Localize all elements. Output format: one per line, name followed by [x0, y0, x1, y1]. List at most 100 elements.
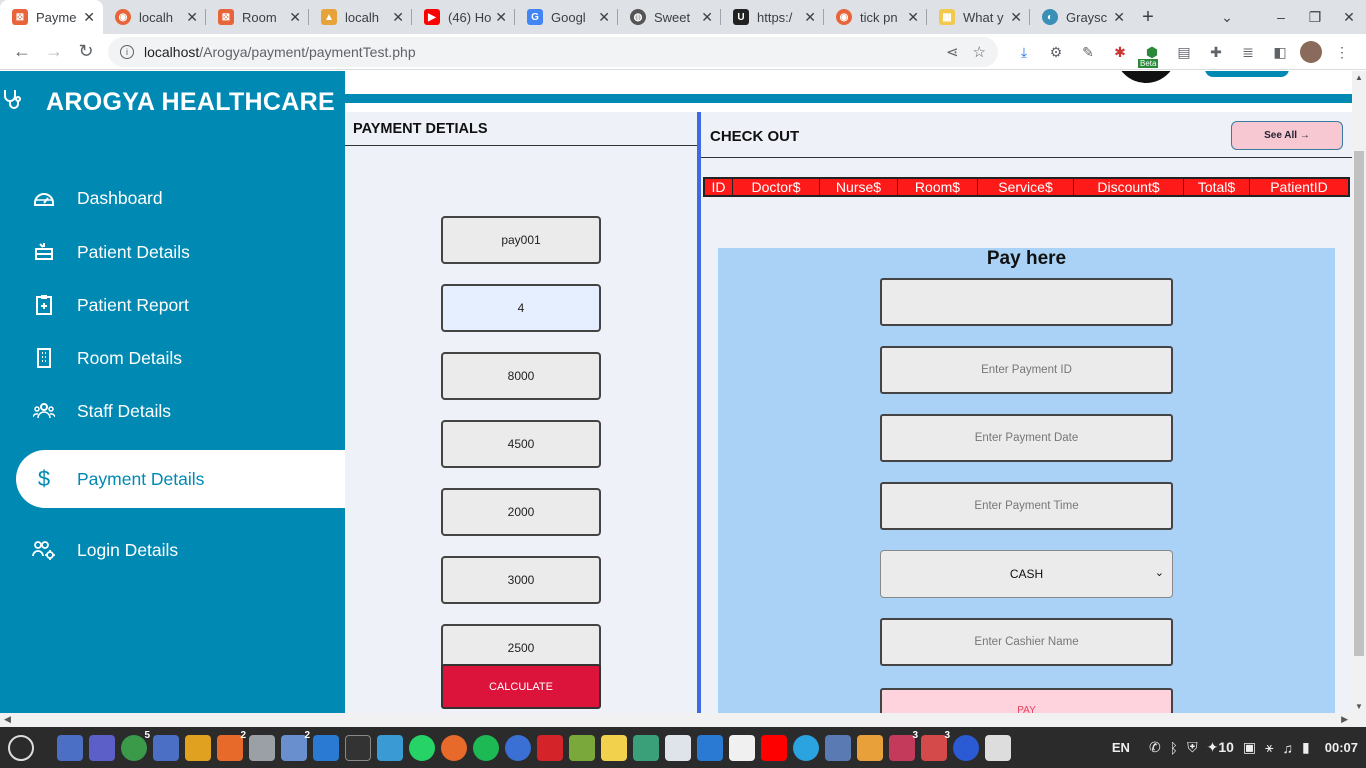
bluetooth-icon[interactable]: ᛒ	[1170, 740, 1178, 756]
close-tab-icon[interactable]: ✕	[598, 9, 610, 26]
browser-tab[interactable]: ◍ Sweet ✕	[618, 0, 721, 34]
sidebar-item-patient-report[interactable]: Patient Report	[0, 279, 345, 331]
settings-extension-icon[interactable]: ⚙	[1044, 40, 1068, 64]
notification-icon[interactable]: ✦10	[1207, 739, 1234, 756]
browser-tab[interactable]: ▲ localh ✕	[309, 0, 412, 34]
firefox-icon[interactable]	[441, 734, 467, 761]
tab-search-icon[interactable]: ⌄	[1210, 9, 1244, 26]
sidebar-item-room-details[interactable]: Room Details	[0, 332, 345, 384]
scroll-right-icon[interactable]: ▶	[1341, 714, 1348, 725]
language-indicator[interactable]: EN	[1112, 740, 1130, 755]
bluetooth-app-icon[interactable]	[953, 734, 979, 761]
start-menu-icon[interactable]	[8, 734, 34, 761]
reader-icon[interactable]: 3	[921, 730, 950, 761]
brave-icon[interactable]: 2	[217, 730, 246, 761]
room-fee-field[interactable]: 2000	[441, 488, 601, 536]
puzzle-icon[interactable]: ✚	[1204, 40, 1228, 64]
back-icon[interactable]: ←	[6, 41, 38, 62]
gimp-icon[interactable]	[249, 734, 275, 761]
terminal-icon[interactable]	[345, 734, 371, 761]
network-app-icon[interactable]	[857, 734, 883, 761]
service-fee-field[interactable]: 3000	[441, 556, 601, 604]
pay-button[interactable]: PAY	[880, 688, 1173, 713]
restore-icon[interactable]: ❐	[1298, 9, 1332, 26]
calculate-button[interactable]: CALCULATE	[441, 664, 601, 709]
reload-icon[interactable]: ↻	[70, 41, 102, 62]
see-all-button[interactable]: See All →	[1231, 121, 1343, 150]
sidebar-item-dashboard[interactable]: Dashboard	[0, 172, 345, 224]
text-editor-icon[interactable]: 2	[281, 730, 310, 761]
close-tab-icon[interactable]: ✕	[804, 9, 816, 26]
browser-tab[interactable]: G Googl ✕	[515, 0, 618, 34]
bookmark-star-icon[interactable]: ☆	[973, 43, 986, 61]
zotero-icon[interactable]	[537, 734, 563, 761]
forward-icon[interactable]: →	[38, 41, 70, 62]
sidebar-item-staff-details[interactable]: Staff Details	[0, 385, 345, 437]
teams-icon[interactable]	[89, 734, 115, 761]
close-tab-icon[interactable]: ✕	[495, 9, 507, 26]
browser-tab[interactable]: ◉ tick pn ✕	[824, 0, 927, 34]
site-info-icon[interactable]: i	[120, 45, 134, 59]
close-tab-icon[interactable]: ✕	[701, 9, 713, 26]
sidebar-item-login-details[interactable]: Login Details	[0, 524, 345, 576]
download-icon[interactable]: ⤓	[1012, 40, 1036, 64]
sidebar-item-payment-details[interactable]: $ Payment Details	[16, 450, 345, 508]
extension-icon[interactable]: ✎	[1076, 40, 1100, 64]
new-tab-button[interactable]: +	[1133, 6, 1163, 29]
close-tab-icon[interactable]: ✕	[83, 9, 95, 26]
browser-tab[interactable]: ▦ What y ✕	[927, 0, 1030, 34]
whatsapp-tray-icon[interactable]: ✆	[1149, 739, 1161, 756]
scroll-thumb[interactable]	[1354, 151, 1364, 656]
media-icon[interactable]: ≣	[1236, 40, 1260, 64]
patient-id-field[interactable]: 4	[441, 284, 601, 332]
shield-icon[interactable]: ⛨	[1187, 739, 1198, 756]
header-button[interactable]	[1205, 71, 1289, 77]
workspace-icon[interactable]	[57, 734, 83, 761]
doctor-fee-field[interactable]: 8000	[441, 352, 601, 400]
clipboard-tray-icon[interactable]: ▣	[1243, 739, 1256, 756]
blank-doc-icon[interactable]	[729, 734, 755, 761]
sidebar-item-patient-details[interactable]: Patient Details	[0, 226, 345, 278]
close-tab-icon[interactable]: ✕	[907, 9, 919, 26]
browser-tab[interactable]: ◐ Graysc ✕	[1030, 0, 1133, 34]
notes-icon[interactable]	[601, 734, 627, 761]
cashier-name-input[interactable]: Enter Cashier Name	[880, 618, 1173, 666]
scroll-up-icon[interactable]: ▲	[1355, 73, 1363, 82]
close-tab-icon[interactable]: ✕	[392, 9, 404, 26]
beta-extension-icon[interactable]: ⬢ Beta	[1138, 40, 1164, 68]
files-icon[interactable]	[153, 734, 179, 761]
amount-field[interactable]	[880, 278, 1173, 326]
close-tab-icon[interactable]: ✕	[1010, 9, 1022, 26]
camera-icon[interactable]	[825, 734, 851, 761]
sound-icon[interactable]: ♫	[1283, 740, 1294, 756]
monitor-icon[interactable]	[377, 734, 403, 761]
payment-id-input[interactable]: Enter Payment ID	[880, 346, 1173, 394]
close-tab-icon[interactable]: ✕	[289, 9, 301, 26]
browser-tab[interactable]: ▶ (46) Ho ✕	[412, 0, 515, 34]
payment-method-select[interactable]: CASH ⌄	[880, 550, 1173, 598]
vertical-scrollbar[interactable]: ▲ ▼	[1352, 71, 1366, 713]
chrome-icon[interactable]: 5	[121, 730, 150, 761]
vscode-icon[interactable]	[313, 734, 339, 761]
more-menu-icon[interactable]: ⋮	[1330, 40, 1354, 64]
maps-icon[interactable]	[505, 734, 531, 761]
whatsapp-icon[interactable]	[409, 734, 435, 761]
settings-app-icon[interactable]	[985, 734, 1011, 761]
bug-extension-icon[interactable]: ✱	[1108, 40, 1132, 64]
scroll-down-icon[interactable]: ▼	[1355, 702, 1363, 711]
layers-icon[interactable]	[633, 734, 659, 761]
close-tab-icon[interactable]: ✕	[186, 9, 198, 26]
browser-tab[interactable]: ⊠ Room ✕	[206, 0, 309, 34]
payment-date-input[interactable]: Enter Payment Date	[880, 414, 1173, 462]
network-icon[interactable]: ⚹	[1265, 739, 1273, 756]
nurse-fee-field[interactable]: 4500	[441, 420, 601, 468]
youtube-app-icon[interactable]	[761, 734, 787, 761]
profile-avatar[interactable]	[1300, 41, 1322, 63]
sublime-icon[interactable]	[185, 734, 211, 761]
clock[interactable]: 00:07	[1325, 740, 1358, 755]
close-window-icon[interactable]: ✕	[1332, 9, 1366, 26]
horizontal-scrollbar[interactable]: ◀ ▶	[0, 713, 1366, 727]
payment-time-input[interactable]: Enter Payment Time	[880, 482, 1173, 530]
close-tab-icon[interactable]: ✕	[1113, 9, 1125, 26]
browser-tab[interactable]: Uhttps:/✕	[721, 0, 824, 34]
